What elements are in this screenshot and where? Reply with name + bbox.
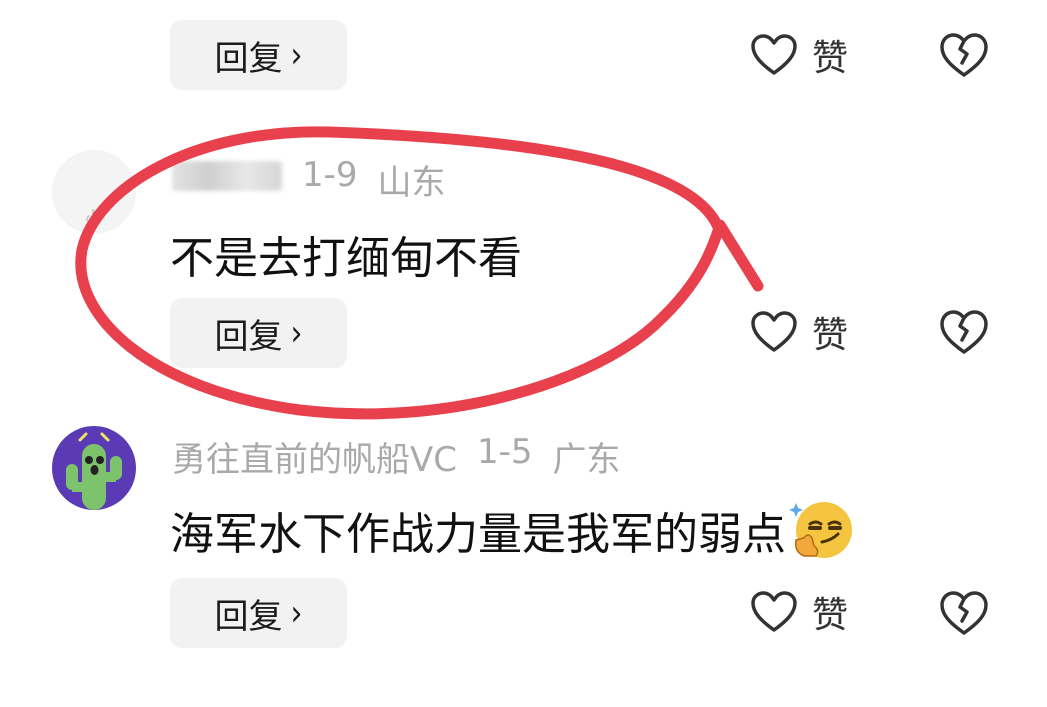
like-label: 赞: [812, 315, 849, 356]
comment-date: 1-9: [302, 155, 358, 195]
heart-icon: [751, 34, 797, 75]
like-button[interactable]: 赞: [750, 25, 848, 85]
cactus-avatar-icon: [52, 426, 136, 510]
chevron-right-icon: ›: [290, 34, 303, 76]
broken-heart-icon[interactable]: [938, 306, 990, 358]
tiktok-icon: [86, 208, 99, 223]
comment-username[interactable]: 勇往直前的帆船VC: [172, 432, 457, 481]
reply-label: 回复: [214, 38, 283, 79]
comment-region: 山东: [377, 163, 446, 203]
comment-meta: 勇往直前的帆船VC 1-5 广东: [172, 432, 621, 481]
comment-date: 1-5: [477, 432, 533, 472]
like-button[interactable]: 赞: [750, 582, 848, 642]
reply-button[interactable]: 回复 ›: [170, 578, 347, 648]
comment-meta: 1-9 山东: [172, 155, 446, 204]
avatar[interactable]: [52, 426, 136, 510]
comment-text: 不是去打缅甸不看: [170, 233, 522, 284]
comment-region: 广东: [552, 440, 621, 480]
like-button[interactable]: 赞: [750, 302, 848, 362]
broken-heart-icon[interactable]: [938, 29, 990, 81]
avatar[interactable]: [52, 150, 136, 234]
heart-icon: [751, 311, 797, 352]
like-label: 赞: [812, 595, 849, 636]
chevron-right-icon: ›: [290, 312, 303, 354]
highlight-annotation: [75, 126, 764, 420]
reply-button[interactable]: 回复 ›: [170, 298, 347, 368]
username-blurred: [172, 161, 282, 191]
reply-label: 回复: [214, 316, 283, 357]
heart-icon: [751, 591, 797, 632]
like-label: 赞: [812, 38, 849, 79]
broken-heart-icon[interactable]: [938, 587, 990, 639]
reply-button[interactable]: 回复 ›: [170, 20, 347, 90]
chevron-right-icon: ›: [290, 592, 303, 634]
comment-text: 海军水下作战力量是我军的弱点: [170, 496, 856, 564]
smirk-thumb-emoji-icon: [789, 502, 852, 558]
reply-label: 回复: [214, 596, 283, 637]
